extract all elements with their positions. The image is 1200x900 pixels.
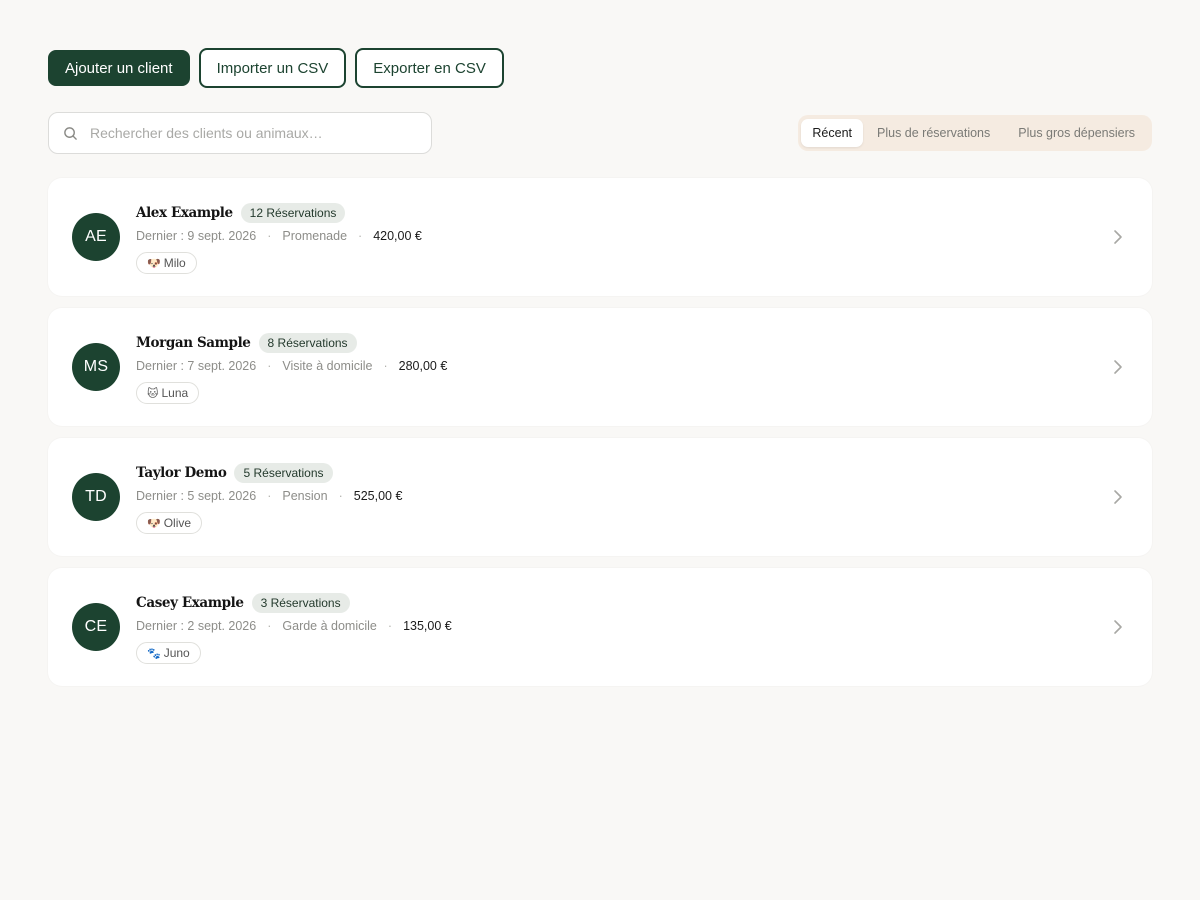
client-name-row: Casey Example 3 Réservations bbox=[136, 592, 452, 614]
client-info: Taylor Demo 5 Réservations Dernier : 5 s… bbox=[136, 462, 402, 534]
avatar: MS bbox=[72, 343, 120, 391]
client-name-row: Morgan Sample 8 Réservations bbox=[136, 332, 447, 354]
client-name: Morgan Sample bbox=[136, 335, 251, 351]
avatar: CE bbox=[72, 603, 120, 651]
add-client-button[interactable]: Ajouter un client bbox=[48, 50, 190, 86]
bookings-badge: 3 Réservations bbox=[251, 593, 350, 613]
pet-name: Olive bbox=[163, 516, 192, 530]
search-box[interactable] bbox=[48, 112, 432, 154]
chevron-right-icon[interactable] bbox=[1110, 228, 1126, 246]
avatar: AE bbox=[72, 213, 120, 261]
last-booking-date: Dernier : 5 sept. 2026 bbox=[136, 489, 257, 503]
bookings-badge: 5 Réservations bbox=[234, 463, 333, 483]
separator: · bbox=[383, 359, 388, 373]
service-type: Garde à domicile bbox=[282, 619, 377, 633]
last-booking-date: Dernier : 2 sept. 2026 bbox=[136, 619, 257, 633]
export-csv-button[interactable]: Exporter en CSV bbox=[355, 48, 504, 88]
client-meta: Dernier : 9 sept. 2026 · Promenade · 420… bbox=[136, 226, 422, 246]
paw-icon: 🐾 bbox=[147, 647, 161, 660]
separator: · bbox=[267, 489, 272, 503]
pet-tag: 🐶 Olive bbox=[136, 512, 203, 534]
chevron-right-icon[interactable] bbox=[1110, 358, 1126, 376]
client-name-row: Taylor Demo 5 Réservations bbox=[136, 462, 402, 484]
search-input[interactable] bbox=[90, 125, 410, 141]
service-type: Promenade bbox=[282, 229, 348, 243]
bookings-badge: 8 Réservations bbox=[258, 333, 357, 353]
import-csv-button[interactable]: Importer un CSV bbox=[198, 48, 347, 88]
client-card[interactable]: CE Casey Example 3 Réservations Dernier … bbox=[48, 568, 1152, 686]
tab-recent[interactable]: Récent bbox=[801, 119, 863, 147]
service-type: Visite à domicile bbox=[282, 359, 373, 373]
client-info: Alex Example 12 Réservations Dernier : 9… bbox=[136, 202, 422, 274]
toolbar: Ajouter un client Importer un CSV Export… bbox=[48, 48, 504, 88]
pet-tag: 🐾 Juno bbox=[136, 642, 201, 664]
client-name-row: Alex Example 12 Réservations bbox=[136, 202, 422, 224]
dog-icon: 🐶 bbox=[147, 517, 161, 530]
separator: · bbox=[358, 229, 363, 243]
bookings-badge: 12 Réservations bbox=[240, 203, 346, 223]
total-amount: 420,00 € bbox=[373, 229, 422, 243]
separator: · bbox=[387, 619, 393, 633]
client-info: Morgan Sample 8 Réservations Dernier : 7… bbox=[136, 332, 447, 404]
client-meta: Dernier : 5 sept. 2026 · Pension · 525,0… bbox=[136, 486, 402, 506]
pet-name: Luna bbox=[161, 386, 189, 400]
separator: · bbox=[267, 229, 272, 243]
client-card[interactable]: TD Taylor Demo 5 Réservations Dernier : … bbox=[48, 438, 1152, 556]
client-card[interactable]: AE Alex Example 12 Réservations Dernier … bbox=[48, 178, 1152, 296]
chevron-right-icon[interactable] bbox=[1110, 618, 1126, 636]
pet-name: Juno bbox=[163, 646, 190, 660]
separator: · bbox=[338, 489, 343, 503]
client-name: Casey Example bbox=[136, 595, 244, 611]
client-meta: Dernier : 2 sept. 2026 · Garde à domicil… bbox=[136, 616, 452, 636]
search-icon bbox=[62, 125, 78, 141]
pet-tag: 🐶 Milo bbox=[136, 252, 197, 274]
client-info: Casey Example 3 Réservations Dernier : 2… bbox=[136, 592, 452, 664]
total-amount: 280,00 € bbox=[398, 359, 448, 373]
tab-top-spenders[interactable]: Plus gros dépensiers bbox=[1004, 119, 1149, 147]
dog-icon: 🐶 bbox=[147, 257, 161, 270]
client-list: AE Alex Example 12 Réservations Dernier … bbox=[48, 178, 1152, 686]
client-meta: Dernier : 7 sept. 2026 · Visite à domici… bbox=[136, 356, 447, 376]
last-booking-date: Dernier : 7 sept. 2026 bbox=[136, 359, 257, 373]
tab-most-bookings[interactable]: Plus de réservations bbox=[863, 119, 1004, 147]
pet-tag: 🐱 Luna bbox=[136, 382, 200, 404]
separator: · bbox=[267, 619, 272, 633]
cat-icon: 🐱 bbox=[147, 387, 159, 400]
client-name: Alex Example bbox=[136, 205, 233, 221]
total-amount: 525,00 € bbox=[353, 489, 403, 503]
total-amount: 135,00 € bbox=[403, 619, 452, 633]
last-booking-date: Dernier : 9 sept. 2026 bbox=[136, 229, 257, 243]
client-card[interactable]: MS Morgan Sample 8 Réservations Dernier … bbox=[48, 308, 1152, 426]
client-name: Taylor Demo bbox=[136, 465, 227, 481]
service-type: Pension bbox=[282, 489, 328, 503]
chevron-right-icon[interactable] bbox=[1110, 488, 1126, 506]
sort-tabs: Récent Plus de réservations Plus gros dé… bbox=[798, 115, 1152, 151]
separator: · bbox=[267, 359, 272, 373]
avatar: TD bbox=[72, 473, 120, 521]
pet-name: Milo bbox=[163, 256, 186, 270]
